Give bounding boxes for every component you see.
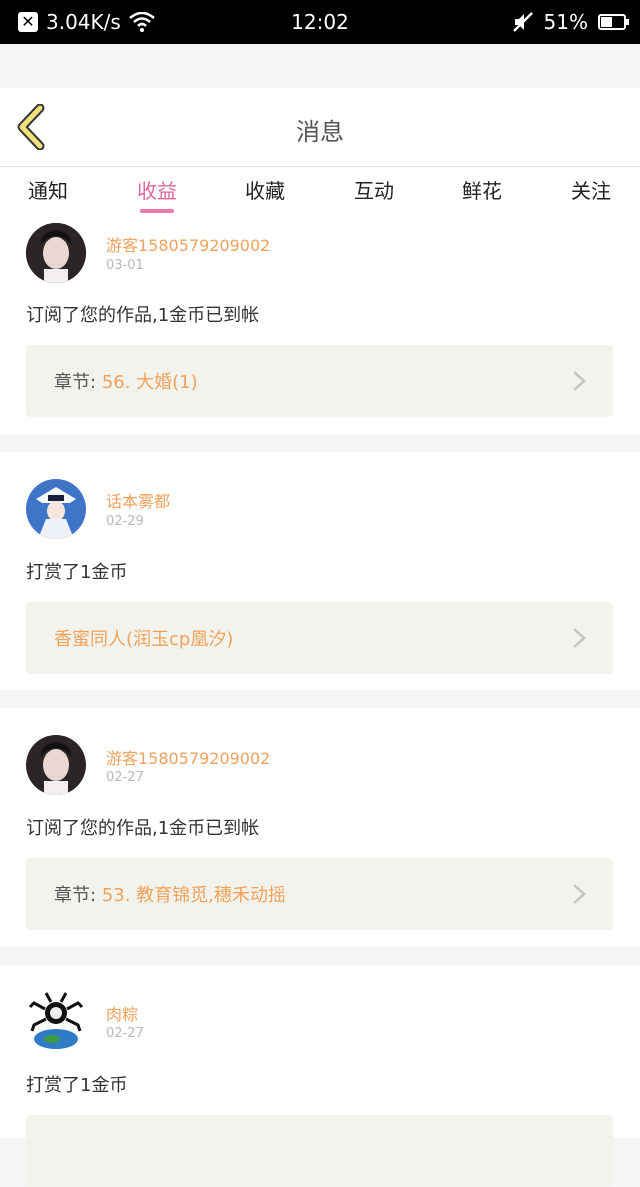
- page-title: 消息: [296, 118, 344, 146]
- tab-following[interactable]: 关注: [537, 175, 640, 204]
- avatar[interactable]: [26, 479, 86, 539]
- username[interactable]: 肉粽: [106, 1001, 138, 1025]
- chapter-value: 53. 教育锦觅,穗禾动摇: [101, 885, 286, 906]
- avatar-image: [26, 223, 86, 283]
- tab-bar: 通知 收益 收藏 互动 鲜花 关注: [0, 167, 640, 215]
- username[interactable]: 话本雾都: [106, 488, 170, 512]
- username[interactable]: 游客1580579209002: [106, 745, 270, 769]
- avatar[interactable]: [26, 735, 86, 795]
- chapter-link[interactable]: [26, 1115, 613, 1187]
- username[interactable]: 游客1580579209002: [106, 232, 270, 256]
- tab-notifications[interactable]: 通知: [0, 175, 102, 204]
- message-text: 订阅了您的作品,1金币已到帐: [26, 305, 260, 326]
- message-date: 02-27: [106, 1026, 144, 1041]
- avatar[interactable]: [26, 223, 86, 283]
- message-date: 02-29: [106, 514, 144, 529]
- chapter-text: 香蜜同人(润玉cp凰汐): [54, 625, 233, 651]
- message-text: 打赏了1金币: [26, 1075, 128, 1096]
- tab-earnings[interactable]: 收益: [103, 175, 211, 204]
- chapter-value: 香蜜同人(润玉cp凰汐): [54, 629, 234, 650]
- message-card: 肉粽 02-27 打赏了1金币: [0, 965, 640, 1187]
- chapter-link[interactable]: 章节: 56. 大婚(1): [26, 345, 613, 417]
- avatar-image: [26, 479, 86, 539]
- message-card: 话本雾都 02-29 打赏了1金币 香蜜同人(润玉cp凰汐): [0, 452, 640, 690]
- battery-percent: 51%: [543, 10, 588, 34]
- battery-fill: [601, 17, 612, 27]
- message-card: 游客1580579209002 02-27 订阅了您的作品,1金币已到帐 章节:…: [0, 708, 640, 947]
- chapter-link[interactable]: 章节: 53. 教育锦觅,穗禾动摇: [26, 858, 613, 930]
- tab-flowers[interactable]: 鲜花: [428, 175, 536, 204]
- chevron-right-icon: [573, 371, 586, 391]
- message-card: 游客1580579209002 03-01 订阅了您的作品,1金币已到帐 章节:…: [0, 215, 640, 435]
- avatar-image: [26, 735, 86, 795]
- chapter-text: 章节: 53. 教育锦觅,穗禾动摇: [54, 881, 286, 907]
- battery-icon: [598, 14, 629, 30]
- tab-interactions[interactable]: 互动: [320, 175, 428, 204]
- message-text: 订阅了您的作品,1金币已到帐: [26, 818, 260, 839]
- tab-favorites[interactable]: 收藏: [211, 175, 319, 204]
- chapter-value: 56. 大婚(1): [101, 372, 198, 393]
- avatar-image: [26, 991, 86, 1051]
- avatar[interactable]: [26, 991, 86, 1051]
- app-header: 消息: [0, 88, 640, 167]
- chapter-label: 章节:: [54, 372, 97, 393]
- status-bar: ✕ 3.04K/s 12:02 51%: [0, 0, 640, 44]
- message-text: 打赏了1金币: [26, 562, 128, 583]
- status-right: 51%: [512, 10, 629, 34]
- chapter-link[interactable]: 香蜜同人(润玉cp凰汐): [26, 602, 613, 674]
- message-date: 03-01: [106, 258, 144, 273]
- mute-icon: [512, 12, 533, 32]
- chapter-label: 章节:: [54, 885, 97, 906]
- chevron-right-icon: [573, 628, 586, 648]
- active-tab-indicator: [140, 209, 174, 213]
- message-date: 02-27: [106, 770, 144, 785]
- chevron-right-icon: [573, 884, 586, 904]
- chapter-text: 章节: 56. 大婚(1): [54, 368, 198, 394]
